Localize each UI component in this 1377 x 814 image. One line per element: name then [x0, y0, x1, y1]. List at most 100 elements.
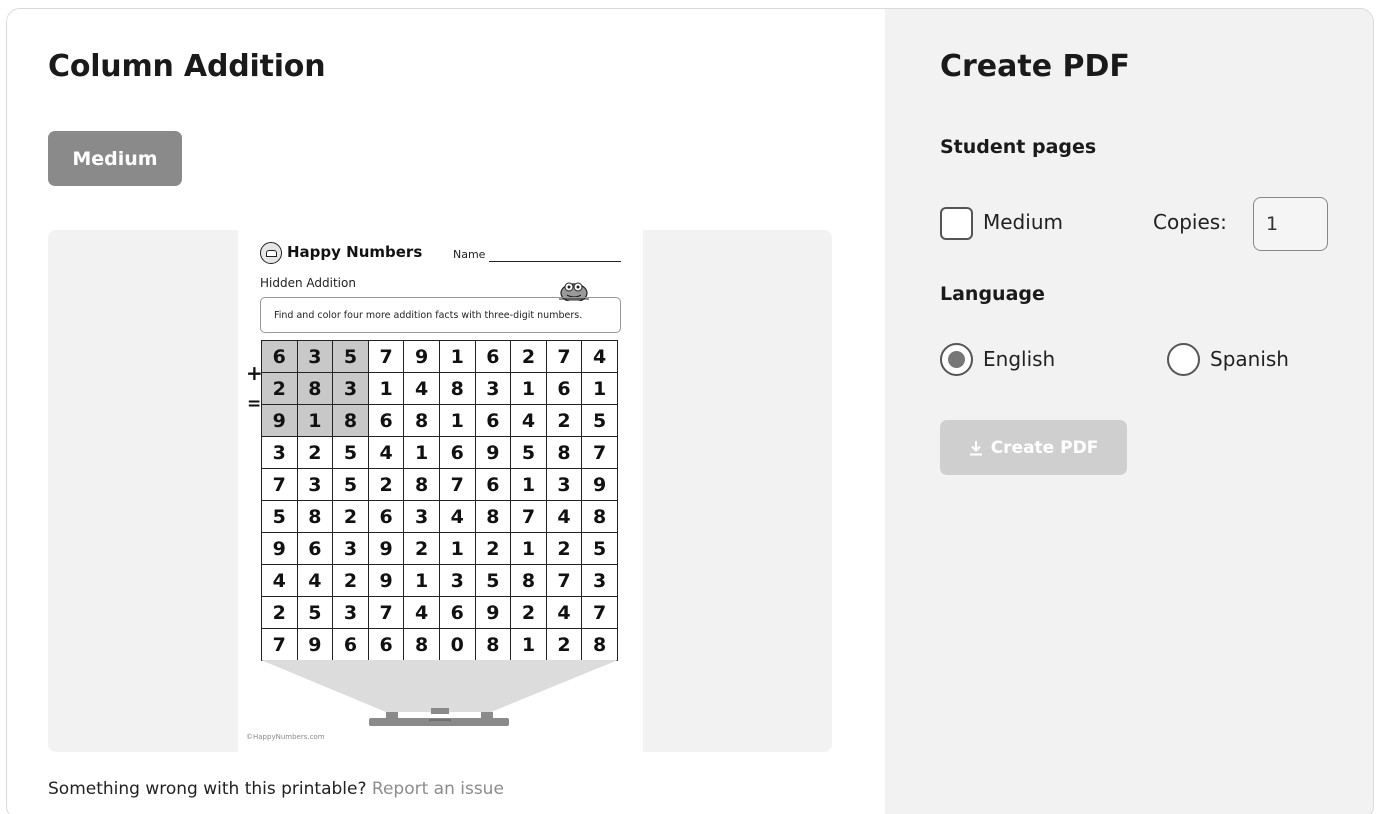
grid-cell: 2 — [332, 500, 369, 533]
grid-cell: 1 — [510, 532, 547, 565]
grid-cell: 7 — [545, 564, 583, 597]
grid-cell: 1 — [296, 404, 334, 437]
grid-row: 7352876139 — [261, 468, 618, 501]
grid-row: 2831483161 — [261, 372, 618, 405]
grid-cell: 9 — [367, 532, 405, 565]
grid-row: 9186816425 — [261, 404, 618, 437]
create-pdf-button[interactable]: Create PDF — [940, 420, 1127, 475]
report-issue-link[interactable]: Report an issue — [372, 779, 504, 799]
grid-cell: 2 — [261, 372, 298, 405]
grid-cell: 5 — [332, 468, 369, 501]
grid-cell: 4 — [403, 596, 440, 629]
grid-cell: 6 — [545, 372, 583, 405]
grid-cell: 2 — [474, 532, 512, 565]
grid-cell: 8 — [296, 372, 334, 405]
happy-numbers-logo-icon — [260, 242, 282, 264]
grid-cell: 9 — [261, 532, 298, 565]
grid-cell: 5 — [581, 532, 618, 565]
grid-cell: 7 — [367, 596, 405, 629]
grid-cell: 3 — [332, 532, 369, 565]
grid-cell: 8 — [296, 500, 334, 533]
projector-stand-icon — [261, 660, 618, 726]
student-pages-label: Student pages — [940, 136, 1097, 158]
grid-row: 6357916274 — [261, 340, 618, 373]
worksheet-name-label: Name — [453, 248, 486, 261]
grid-row: 9639212125 — [261, 532, 618, 565]
grid-cell: 8 — [403, 468, 440, 501]
grid-cell: 2 — [545, 532, 583, 565]
grid-cell: 1 — [510, 628, 547, 661]
grid-cell: 5 — [474, 564, 512, 597]
grid-cell: 4 — [261, 564, 298, 597]
level-medium-button[interactable]: Medium — [48, 131, 182, 186]
grid-cell: 3 — [261, 436, 298, 469]
grid-cell: 7 — [438, 468, 476, 501]
medium-checkbox[interactable] — [940, 207, 973, 240]
grid-cell: 1 — [510, 468, 547, 501]
english-radio[interactable] — [940, 343, 973, 376]
grid-cell: 6 — [438, 436, 476, 469]
grid-cell: 6 — [367, 404, 405, 437]
grid-cell: 5 — [332, 436, 369, 469]
grid-cell: 6 — [296, 532, 334, 565]
grid-cell: 9 — [261, 404, 298, 437]
grid-cell: 9 — [403, 340, 440, 373]
worksheet-instructions: Find and color four more addition facts … — [260, 297, 621, 333]
grid-cell: 4 — [581, 340, 618, 373]
grid-cell: 3 — [474, 372, 512, 405]
grid-row: 3254169587 — [261, 436, 618, 469]
grid-cell: 6 — [261, 340, 298, 373]
main-card: Column Addition Medium Happy Numbers Nam… — [6, 8, 1374, 814]
grid-cell: 3 — [581, 564, 618, 597]
copies-input[interactable] — [1253, 197, 1328, 251]
grid-cell: 7 — [261, 468, 298, 501]
grid-cell: 1 — [581, 372, 618, 405]
grid-cell: 4 — [545, 596, 583, 629]
grid-cell: 1 — [438, 532, 476, 565]
grid-row: 7966808128 — [261, 628, 618, 661]
grid-cell: 1 — [403, 564, 440, 597]
equals-sign: = — [247, 394, 262, 414]
worksheet-header: Happy Numbers Name — [260, 242, 622, 266]
grid-cell: 2 — [510, 340, 547, 373]
grid-cell: 1 — [403, 436, 440, 469]
grid-row: 5826348748 — [261, 500, 618, 533]
grid-cell: 9 — [474, 596, 512, 629]
grid-cell: 7 — [581, 596, 618, 629]
grid-cell: 3 — [296, 468, 334, 501]
name-line — [489, 261, 621, 262]
worksheet-preview: Happy Numbers Name Hidden Addition Find … — [48, 230, 832, 752]
page-title: Column Addition — [48, 49, 326, 84]
grid-cell: 7 — [367, 340, 405, 373]
worksheet-copyright: ©HappyNumbers.com — [246, 733, 325, 741]
worksheet-page: Happy Numbers Name Hidden Addition Find … — [238, 230, 643, 752]
grid-cell: 8 — [510, 564, 547, 597]
create-pdf-title: Create PDF — [940, 49, 1130, 84]
spanish-radio-label: Spanish — [1210, 347, 1289, 371]
download-icon — [969, 440, 982, 455]
grid-row: 2537469247 — [261, 596, 618, 629]
grid-cell: 9 — [296, 628, 334, 661]
number-grid: 6357916274283148316191868164253254169587… — [261, 340, 618, 661]
grid-cell: 0 — [438, 628, 476, 661]
grid-cell: 8 — [474, 500, 512, 533]
grid-cell: 1 — [438, 340, 476, 373]
grid-cell: 5 — [332, 340, 369, 373]
grid-cell: 2 — [332, 564, 369, 597]
worksheet-subtitle: Hidden Addition — [260, 276, 356, 290]
medium-checkbox-label: Medium — [983, 210, 1063, 234]
grid-cell: 8 — [403, 404, 440, 437]
preview-panel: Column Addition Medium Happy Numbers Nam… — [7, 9, 885, 814]
report-text: Something wrong with this printable? — [48, 779, 367, 799]
grid-cell: 6 — [367, 500, 405, 533]
grid-cell: 8 — [332, 404, 369, 437]
grid-cell: 2 — [403, 532, 440, 565]
grid-cell: 3 — [545, 468, 583, 501]
grid-cell: 8 — [545, 436, 583, 469]
spanish-radio[interactable] — [1167, 343, 1200, 376]
grid-cell: 2 — [545, 628, 583, 661]
grid-cell: 4 — [367, 436, 405, 469]
grid-cell: 6 — [474, 468, 512, 501]
language-label: Language — [940, 283, 1045, 305]
grid-cell: 7 — [261, 628, 298, 661]
